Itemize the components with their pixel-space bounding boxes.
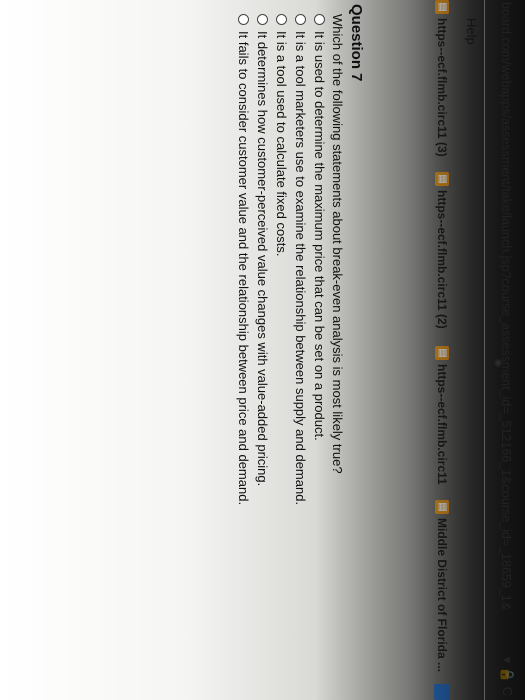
url-text[interactable]: board.com/webapps/assessment/take/launch… bbox=[499, 2, 513, 610]
answer-option[interactable]: It is a tool marketers use to examine th… bbox=[291, 14, 310, 505]
answer-option-label: It fails to consider customer value and … bbox=[236, 31, 251, 506]
bookmark-2[interactable]: ▤ https--ecf.flmb.circ11 (2) bbox=[435, 172, 449, 329]
page-icon: ▤ bbox=[435, 346, 449, 360]
bookmark-label: https--ecf.flmb.circ11 (2) bbox=[435, 190, 449, 329]
question-text: Which of the following statements about … bbox=[330, 14, 345, 474]
answer-option[interactable]: It is used to determine the maximum pric… bbox=[310, 14, 329, 505]
photo-frame: board.com/webapps/assessment/take/launch… bbox=[0, 0, 525, 700]
bookmark-4[interactable]: ▤ Middle District of Florida ... bbox=[435, 500, 449, 672]
question-title: Question 7 bbox=[348, 4, 365, 82]
answer-option[interactable]: It determines how customer-perceived val… bbox=[253, 14, 272, 505]
address-bar-controls[interactable]: ▾ 🔒 C bbox=[499, 657, 515, 696]
bookmark-overflow-icon[interactable] bbox=[434, 684, 450, 700]
bookmark-label: https--ecf.flmb.circ11 (3) bbox=[435, 18, 449, 157]
bookmark-3[interactable]: ▤ https--ecf.flmb.circ11 bbox=[435, 346, 449, 485]
page-icon: ▤ bbox=[435, 0, 449, 14]
bookmarks-bar: ▤ https--ecf.flmb.circ11 (3) ▤ https--ec… bbox=[429, 0, 453, 700]
radio-button[interactable] bbox=[238, 14, 249, 25]
answer-option[interactable]: It fails to consider customer value and … bbox=[234, 14, 253, 505]
menu-help[interactable]: Help bbox=[464, 18, 479, 45]
browser-screen: board.com/webapps/assessment/take/launch… bbox=[0, 0, 525, 700]
address-bar[interactable]: board.com/webapps/assessment/take/launch… bbox=[484, 0, 525, 700]
bookmark-label: https--ecf.flmb.circ11 bbox=[435, 364, 449, 485]
answer-option-label: It is a tool marketers use to examine th… bbox=[293, 31, 308, 506]
bookmark-1[interactable]: ▤ https--ecf.flmb.circ11 (3) bbox=[435, 0, 449, 157]
bookmark-label: Middle District of Florida ... bbox=[435, 518, 449, 673]
radio-button[interactable] bbox=[295, 14, 306, 25]
answer-option-label: It is a tool used to calculate fixed cos… bbox=[274, 31, 289, 257]
camera-dot bbox=[493, 358, 503, 368]
answer-option[interactable]: It is a tool used to calculate fixed cos… bbox=[272, 14, 291, 505]
page-icon: ▤ bbox=[435, 172, 449, 186]
answer-options: It is used to determine the maximum pric… bbox=[234, 14, 329, 505]
answer-option-label: It is used to determine the maximum pric… bbox=[312, 31, 327, 441]
answer-option-label: It determines how customer-perceived val… bbox=[255, 31, 270, 487]
radio-button[interactable] bbox=[257, 14, 268, 25]
radio-button[interactable] bbox=[314, 14, 325, 25]
page-icon: ▤ bbox=[435, 500, 449, 514]
radio-button[interactable] bbox=[276, 14, 287, 25]
